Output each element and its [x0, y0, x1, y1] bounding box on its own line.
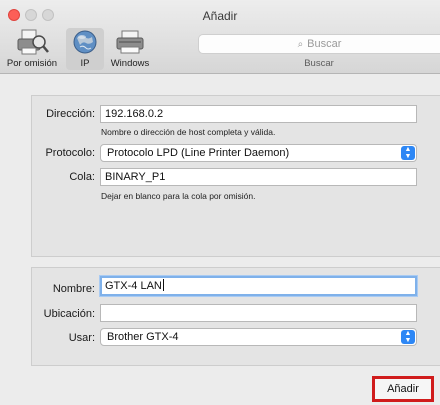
name-label: Nombre:	[52, 283, 95, 295]
protocol-label: Protocolo:	[45, 147, 95, 159]
add-button[interactable]: Añadir	[372, 376, 434, 402]
search-placeholder: Buscar	[307, 38, 342, 50]
chevron-updown-icon: ▲ ▼	[401, 146, 415, 160]
window-title: Añadir	[202, 9, 238, 23]
name-field[interactable]: GTX-4 LAN	[100, 276, 417, 296]
location-label: Ubicación:	[43, 308, 95, 320]
toolbar-item-windows[interactable]: Windows	[104, 28, 156, 70]
address-field[interactable]: 192.168.0.2	[100, 105, 417, 123]
chevron-updown-icon: ▲ ▼	[401, 330, 415, 344]
add-button-label: Añadir	[387, 383, 419, 395]
globe-icon	[73, 30, 97, 54]
queue-hint: Dejar en blanco para la cola por omisión…	[101, 191, 256, 201]
protocol-select[interactable]: Protocolo LPD (Line Printer Daemon) ▲ ▼	[100, 144, 417, 162]
search-caption: Buscar	[304, 58, 334, 69]
protocol-select-value: Protocolo LPD (Line Printer Daemon)	[107, 147, 290, 159]
use-label: Usar:	[68, 332, 95, 344]
search-field[interactable]: ⌕ Buscar	[198, 34, 440, 54]
toolbar-item-ip-label: IP	[80, 58, 90, 69]
text-caret	[162, 279, 164, 291]
windows-printer-icon	[116, 30, 144, 54]
address-hint: Nombre o dirección de host completa y vá…	[101, 127, 276, 137]
queue-label: Cola:	[69, 171, 95, 183]
use-select-value: Brother GTX-4	[107, 331, 179, 343]
toolbar-item-ip[interactable]: IP	[66, 28, 104, 70]
address-label: Dirección:	[46, 108, 95, 120]
window-toolbar: Añadir Por omisión IP Windows ⌕ Buscar B…	[0, 0, 440, 74]
default-printer-icon	[17, 29, 49, 55]
name-field-value: GTX-4 LAN	[105, 280, 162, 292]
toolbar-item-default[interactable]: Por omisión	[0, 28, 64, 70]
location-field[interactable]	[100, 304, 417, 322]
toolbar-item-default-label: Por omisión	[6, 58, 58, 69]
queue-field[interactable]: BINARY_P1	[100, 168, 417, 186]
use-select[interactable]: Brother GTX-4 ▲ ▼	[100, 328, 417, 346]
search-icon: ⌕	[297, 38, 304, 50]
toolbar-item-windows-label: Windows	[110, 58, 150, 69]
